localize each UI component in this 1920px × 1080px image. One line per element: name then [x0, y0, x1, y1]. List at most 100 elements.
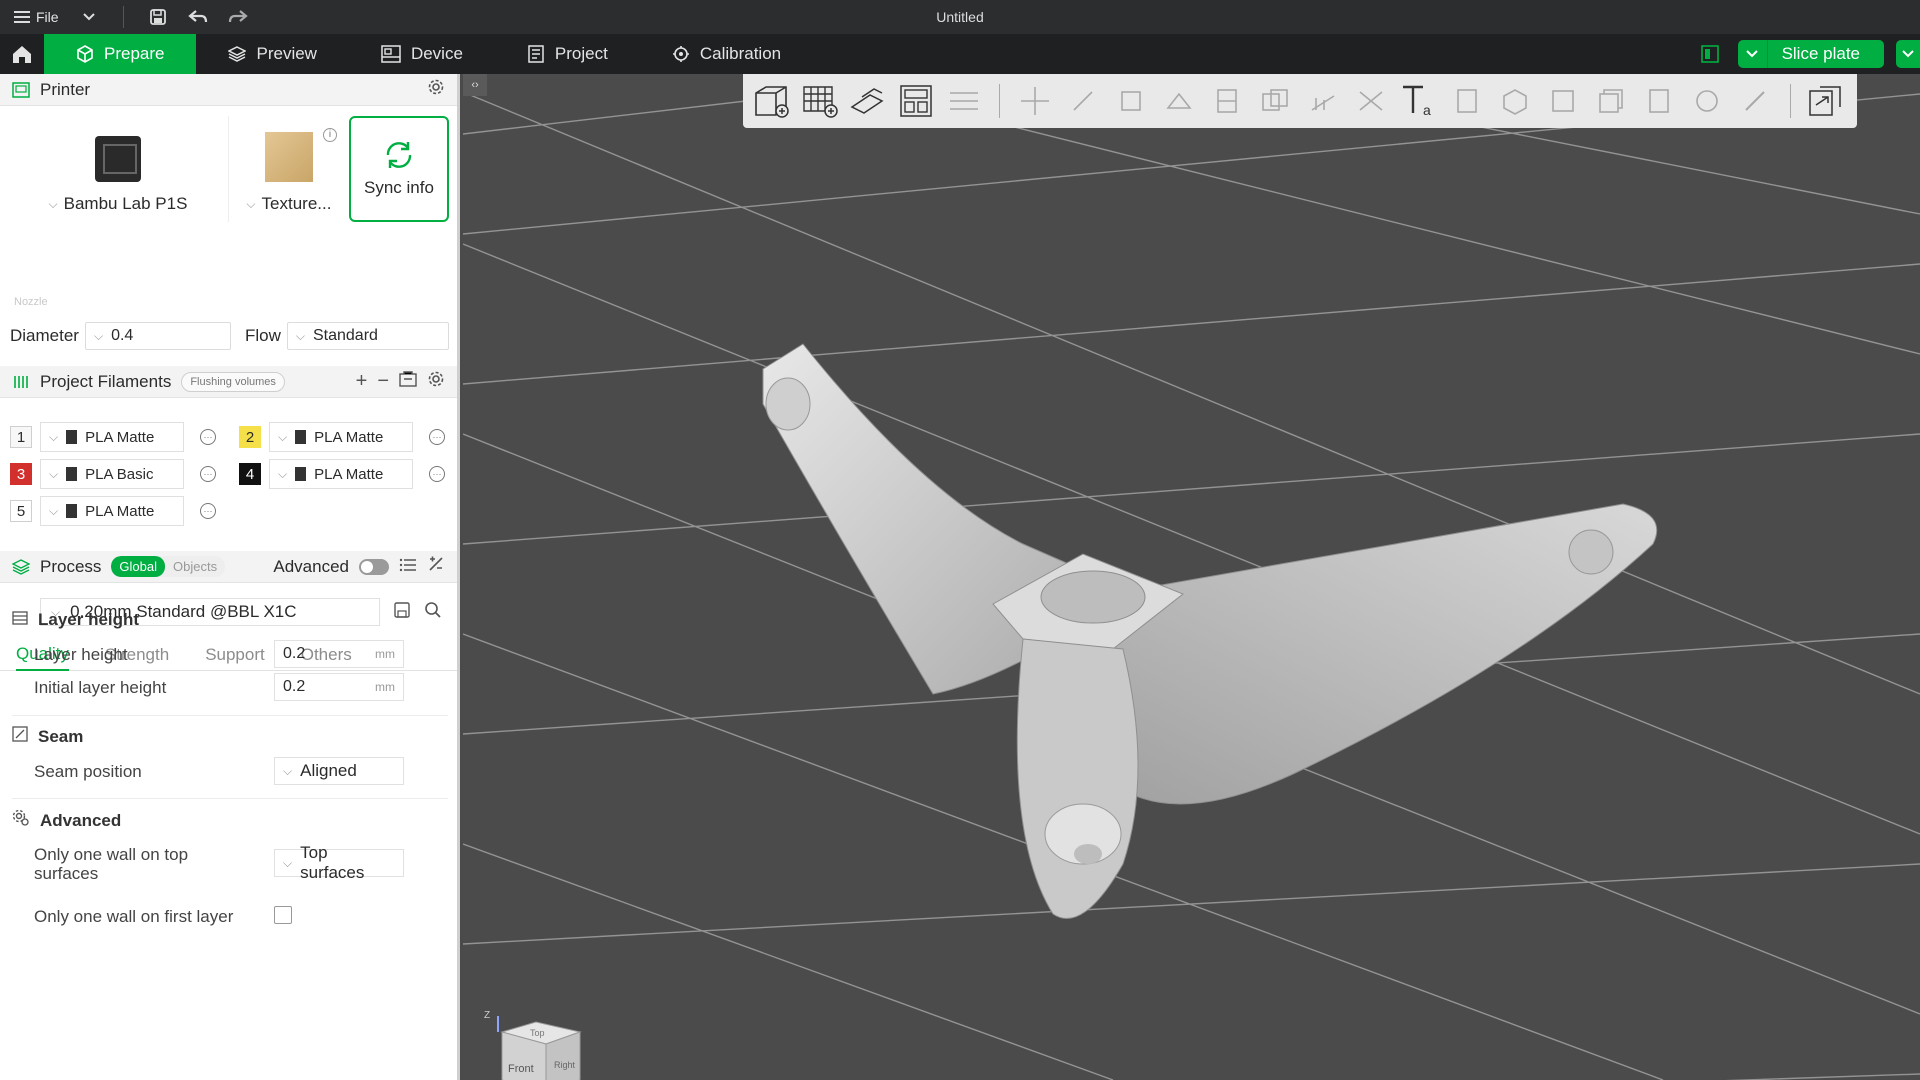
compare-icon — [429, 556, 443, 571]
flow-select[interactable]: ⌵ Standard — [286, 322, 449, 350]
one-wall-first-checkbox[interactable] — [274, 906, 292, 924]
tab-support[interactable]: Support — [205, 639, 265, 671]
more-icon[interactable]: ··· — [429, 429, 445, 445]
save-button[interactable] — [138, 0, 178, 34]
calibration-icon — [672, 46, 689, 62]
tab-device[interactable]: Device — [349, 34, 495, 74]
list-view-button[interactable] — [399, 557, 417, 577]
save-icon — [149, 9, 166, 25]
more-icon[interactable]: ··· — [200, 466, 216, 482]
color-paint-button[interactable] — [1542, 80, 1584, 122]
split-button[interactable] — [943, 80, 985, 122]
advanced-toggle[interactable] — [359, 558, 389, 575]
tab-calibration[interactable]: Calibration — [640, 34, 813, 74]
initial-layer-height-input[interactable]: 0.2 mm — [274, 673, 404, 701]
diameter-select[interactable]: ⌵ 0.4 — [84, 322, 231, 350]
save-preset-button[interactable] — [394, 601, 410, 623]
collapse-sidebar-button[interactable]: ‹› — [463, 74, 487, 96]
filament-select-5[interactable]: ⌵ PLA Matte — [40, 496, 184, 526]
printer-select[interactable]: ⌵ Bambu Lab P1S — [8, 116, 229, 222]
boolean-button[interactable] — [1254, 80, 1296, 122]
assembly-view-button[interactable] — [1805, 80, 1847, 122]
layer-height-group-label: Layer height — [38, 610, 140, 629]
add-filament-button[interactable]: + — [356, 370, 368, 393]
process-icon — [12, 558, 30, 576]
undo-button[interactable] — [178, 0, 218, 34]
home-button[interactable] — [0, 34, 44, 74]
3d-viewport[interactable] — [463, 74, 1920, 1080]
more-icon[interactable]: ··· — [200, 503, 216, 519]
flushing-volumes-button[interactable]: Flushing volumes — [181, 371, 285, 392]
nozzle-label: Nozzle — [14, 296, 48, 308]
assembly-button[interactable] — [1494, 80, 1536, 122]
one-wall-top-select[interactable]: ⌵ Top surfaces — [274, 843, 404, 882]
text-tool-button[interactable]: a — [1398, 80, 1440, 122]
divider — [12, 798, 448, 799]
cube-right-label: Right — [554, 1060, 576, 1070]
compare-button[interactable] — [427, 555, 445, 578]
slice-plate-button[interactable]: Slice plate — [1737, 40, 1884, 68]
3d-model[interactable] — [463, 74, 1920, 1080]
more-icon[interactable]: ··· — [200, 429, 216, 445]
file-menu-button[interactable]: File — [0, 0, 69, 34]
sync-ams-button[interactable] — [399, 371, 417, 392]
print-dropdown-button[interactable] — [1896, 40, 1920, 68]
variable-layer-button[interactable] — [1638, 80, 1680, 122]
info-icon[interactable]: i — [322, 128, 337, 142]
process-scope-toggle: Global Objects — [111, 556, 226, 577]
plate-type-select[interactable]: i ⌵ Texture... — [241, 116, 337, 222]
chevron-down-icon: ⌵ — [48, 196, 58, 211]
add-plate-button[interactable] — [799, 80, 841, 122]
cut-button[interactable] — [1206, 80, 1248, 122]
filament-select-1[interactable]: ⌵ PLA Matte — [40, 422, 184, 452]
printer-name: Bambu Lab P1S — [63, 194, 188, 213]
edit-button[interactable] — [1734, 80, 1776, 122]
add-object-button[interactable] — [751, 80, 793, 122]
move-button[interactable] — [1014, 80, 1056, 122]
lay-on-face-button[interactable] — [1158, 80, 1200, 122]
toolbar-divider — [1790, 84, 1791, 118]
search-preset-button[interactable] — [424, 601, 442, 624]
redo-button[interactable] — [218, 0, 258, 34]
more-icon[interactable]: ··· — [429, 466, 445, 482]
filament-select-3[interactable]: ⌵ PLA Basic — [40, 459, 184, 489]
tab-project[interactable]: Project — [495, 34, 640, 74]
scope-objects[interactable]: Objects — [165, 556, 225, 577]
plate-layout-button[interactable] — [1694, 38, 1726, 70]
one-wall-first-label: Only one wall on first layer — [34, 907, 234, 926]
menu-dropdown-button[interactable] — [69, 0, 109, 34]
brim-ears-button[interactable] — [1686, 80, 1728, 122]
measure-icon — [1457, 89, 1477, 113]
scope-global[interactable]: Global — [111, 556, 165, 577]
printer-settings-button[interactable] — [427, 78, 445, 101]
tab-prepare[interactable]: Prepare — [44, 34, 197, 74]
sync-info-button[interactable]: Sync info — [348, 116, 449, 222]
view-cube[interactable]: Z Top Front Right — [484, 1010, 584, 1080]
arrange-button[interactable] — [895, 80, 937, 122]
assembly-view-icon — [1809, 86, 1841, 116]
plate-thumbnail — [264, 132, 313, 182]
filament-select-4[interactable]: ⌵ PLA Matte — [269, 459, 413, 489]
filament-settings-button[interactable] — [427, 370, 445, 393]
measure-button[interactable] — [1446, 80, 1488, 122]
save-icon — [394, 601, 410, 618]
remove-filament-button[interactable]: − — [377, 370, 389, 393]
chevron-down-icon: ⌵ — [283, 855, 293, 870]
layer-height-input[interactable]: 0.2 mm — [274, 640, 404, 668]
support-paint-button[interactable] — [1302, 80, 1344, 122]
slice-dropdown[interactable] — [1738, 40, 1768, 68]
tab-preview[interactable]: Preview — [196, 34, 348, 74]
scale-button[interactable] — [1110, 80, 1152, 122]
seam-position-select[interactable]: ⌵ Aligned — [274, 757, 404, 785]
filament-select-2[interactable]: ⌵ PLA Matte — [269, 422, 413, 452]
filament-name: PLA Matte — [314, 465, 384, 483]
auto-orient-button[interactable] — [847, 80, 889, 122]
advanced-group-label: Advanced — [40, 810, 122, 830]
chevron-down-icon: ⌵ — [283, 763, 293, 778]
z-axis-label: Z — [484, 1010, 490, 1021]
layer-height-value: 0.2 — [283, 645, 306, 662]
fuzzy-skin-button[interactable] — [1590, 80, 1632, 122]
seam-paint-button[interactable] — [1350, 80, 1392, 122]
advanced-label: Advanced — [273, 556, 349, 576]
rotate-button[interactable] — [1062, 80, 1104, 122]
